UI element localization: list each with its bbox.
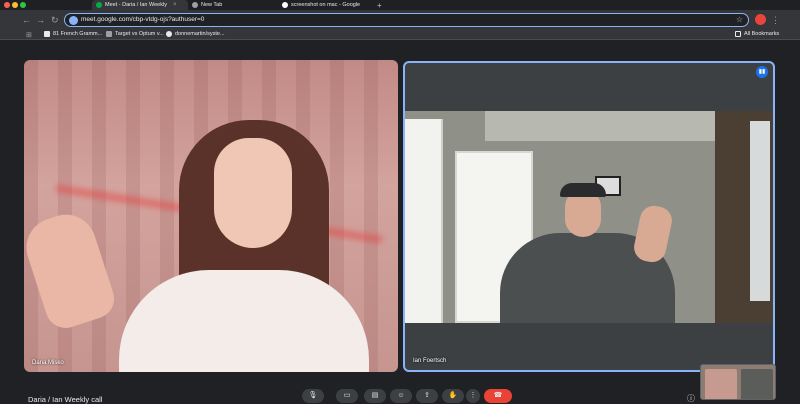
url-text: meet.google.com/cbp-vtdg-ojs?authuser=0 — [81, 16, 205, 23]
meeting-info-icon[interactable]: ⓘ — [687, 393, 695, 404]
bookmark-item[interactable]: 81 French Gramm... — [44, 31, 102, 37]
video-background — [485, 111, 725, 141]
end-call-button[interactable]: ☎ — [484, 389, 512, 403]
meet-icon — [96, 2, 102, 8]
emoji-icon[interactable]: ☺ — [390, 389, 412, 403]
forward-icon[interactable]: → — [36, 14, 45, 26]
site-info-icon[interactable] — [69, 16, 78, 25]
close-icon[interactable]: × — [173, 2, 177, 8]
video-background — [405, 119, 443, 323]
meeting-control-bar: Daria / Ian Weekly call 🎙 ▭ ▤ ☺ ⇪ ✋ ⋮ ☎ … — [0, 380, 800, 404]
menu-icon[interactable]: ⋮ — [771, 14, 780, 26]
participant-thumbnail — [705, 369, 737, 399]
profile-avatar[interactable] — [755, 14, 766, 25]
participant-tile-daria[interactable]: Daria Misko — [24, 60, 398, 372]
bookmark-star-icon[interactable]: ☆ — [736, 15, 743, 24]
video-background — [750, 121, 770, 301]
google-icon — [282, 2, 288, 8]
participant-video — [214, 138, 292, 248]
all-bookmarks-button[interactable]: All Bookmarks — [735, 31, 779, 37]
camera-icon[interactable]: ▭ — [336, 389, 358, 403]
reload-icon[interactable]: ↻ — [51, 14, 59, 26]
tab-new[interactable]: New Tab — [192, 0, 272, 10]
address-bar[interactable]: meet.google.com/cbp-vtdg-ojs?authuser=0 … — [64, 13, 749, 27]
participant-video — [405, 111, 773, 323]
github-icon — [166, 31, 172, 37]
tab-label: screenshot on mac - Google — [291, 2, 361, 8]
browser-toolbar: ← → ↻ meet.google.com/cbp-vtdg-ojs?authu… — [0, 10, 800, 30]
new-tab-button[interactable]: + — [377, 0, 382, 10]
page-icon — [106, 31, 112, 37]
folder-icon — [735, 31, 741, 37]
back-icon[interactable]: ← — [22, 14, 31, 26]
raise-hand-icon[interactable]: ✋ — [442, 389, 464, 403]
tab-label: Meet - Daria / Ian Weekly — [105, 2, 167, 8]
zoom-window-icon[interactable] — [20, 2, 26, 8]
bookmark-item[interactable]: donnemartin/syste... — [166, 31, 225, 37]
microphone-icon[interactable]: 🎙 — [302, 389, 324, 403]
minimize-window-icon[interactable] — [12, 2, 18, 8]
participant-name: Ian Foertsch — [413, 358, 447, 364]
self-view-thumbnail[interactable] — [700, 364, 776, 400]
participant-video — [631, 203, 675, 265]
browser-tab-strip: Meet - Daria / Ian Weekly × New Tab scre… — [0, 0, 800, 10]
apps-icon[interactable]: ⊞ — [26, 31, 32, 39]
tab-label: New Tab — [201, 2, 223, 8]
captions-icon[interactable]: ▤ — [364, 389, 386, 403]
present-icon[interactable]: ⇪ — [416, 389, 438, 403]
bookmark-item[interactable]: Target vs Optum v... — [106, 31, 164, 37]
participant-video — [560, 183, 606, 197]
more-options-icon[interactable]: ⋮ — [466, 389, 480, 403]
close-window-icon[interactable] — [4, 2, 10, 8]
bookmarks-bar: ⊞ 81 French Gramm... Target vs Optum v..… — [0, 30, 800, 40]
participant-tile-ian[interactable]: ▮▮ Ian Foertsch — [403, 61, 775, 372]
speaking-indicator-icon: ▮▮ — [756, 66, 768, 78]
chrome-icon — [192, 2, 198, 8]
participant-thumbnail — [741, 369, 773, 399]
participant-name: Daria Misko — [32, 360, 64, 366]
page-icon — [44, 31, 50, 37]
tab-meet[interactable]: Meet - Daria / Ian Weekly × — [92, 0, 188, 10]
tab-screenshot[interactable]: screenshot on mac - Google — [282, 0, 372, 10]
